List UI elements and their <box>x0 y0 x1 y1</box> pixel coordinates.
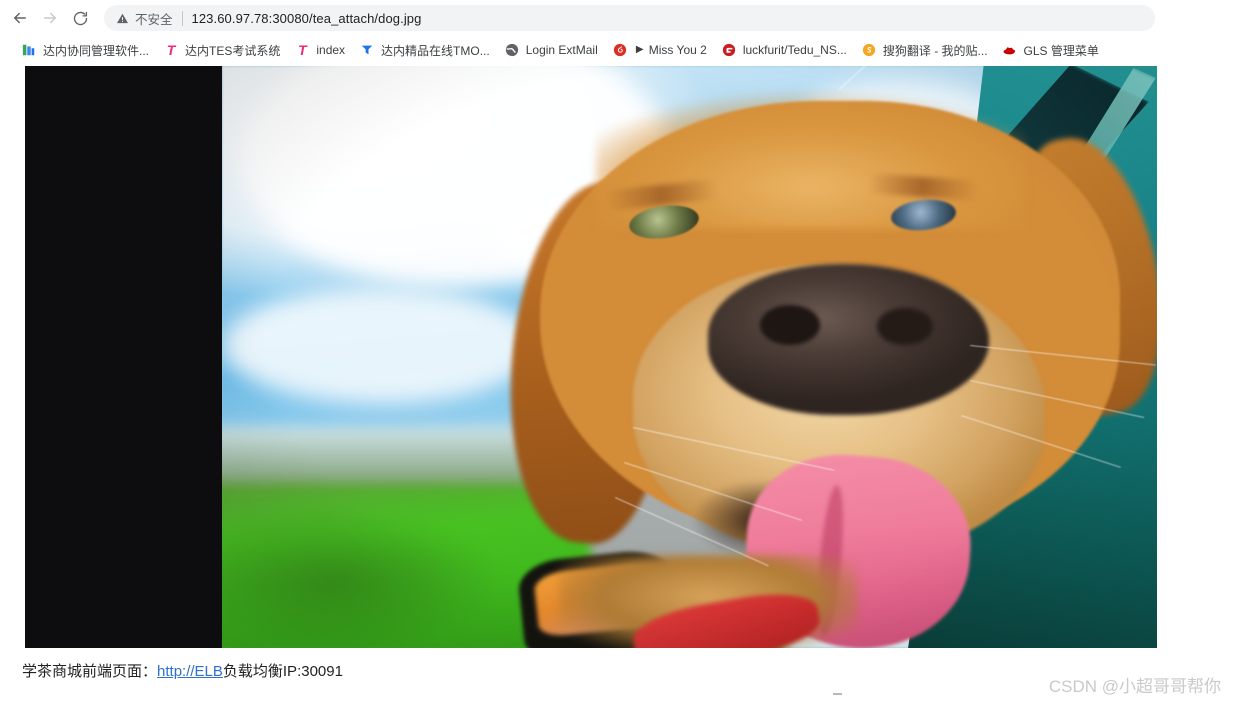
forward-button[interactable] <box>36 4 64 32</box>
elb-link[interactable]: http://ELB <box>157 663 223 680</box>
omnibox-divider <box>181 10 183 26</box>
url-text[interactable]: 123.60.97.78:30080/tea_attach/dog.jpg <box>192 11 422 26</box>
caption-suffix: 负载均衡IP:30091 <box>222 663 343 680</box>
photo-vignette <box>222 66 1157 648</box>
image-backdrop <box>25 66 1157 648</box>
bookmark-item-1[interactable]: T 达内TES考试系统 <box>156 39 287 61</box>
csdn-watermark: CSDN @小超哥哥帮你 <box>1048 677 1221 696</box>
bookmark-item-5[interactable]: ▶ Miss You 2 <box>605 39 714 61</box>
image-viewport <box>0 64 1239 650</box>
security-status-label: 不安全 <box>135 12 173 27</box>
browser-toolbar: 不安全 123.60.97.78:30080/tea_attach/dog.jp… <box>0 0 1239 36</box>
caption-prefix: 学茶商城前端页面： <box>22 663 158 680</box>
netease-music-icon <box>612 42 628 58</box>
bookmark-item-7[interactable]: 搜狗翻译 - 我的贴... <box>854 39 995 61</box>
back-button[interactable] <box>6 4 34 32</box>
tes-t-icon: T <box>166 42 176 58</box>
text-caret <box>833 693 842 695</box>
index-t-icon: T <box>298 42 307 58</box>
bookmark-label: Login ExtMail <box>525 43 598 57</box>
redhat-icon <box>1002 42 1018 58</box>
address-bar[interactable]: 不安全 123.60.97.78:30080/tea_attach/dog.jp… <box>104 5 1155 31</box>
arrow-left-icon <box>11 9 29 27</box>
bookmark-label: GLS 管理菜单 <box>1023 43 1099 58</box>
bookmark-label: 达内精品在线TMO... <box>381 43 490 58</box>
dog-photo[interactable] <box>222 66 1157 648</box>
bookmark-label: luckfurit/Tedu_NS... <box>742 43 847 57</box>
bookmark-label: 达内协同管理软件... <box>43 43 150 58</box>
warning-triangle-icon <box>116 12 129 25</box>
bookmark-item-6[interactable]: luckfurit/Tedu_NS... <box>714 39 854 61</box>
bookmark-label: index <box>316 43 346 57</box>
oa-icon <box>21 42 37 58</box>
play-icon: ▶ <box>635 44 644 55</box>
bookmark-label: Miss You 2 <box>648 43 707 57</box>
gitee-icon <box>721 42 737 58</box>
sogou-icon <box>861 42 877 58</box>
bookmark-label: 搜狗翻译 - 我的贴... <box>882 43 988 58</box>
bookmark-item-0[interactable]: 达内协同管理软件... <box>14 39 156 61</box>
bookmark-item-2[interactable]: T index <box>287 39 352 61</box>
reload-icon <box>72 10 89 27</box>
bookmark-item-3[interactable]: 达内精品在线TMO... <box>352 39 497 61</box>
reload-button[interactable] <box>66 4 94 32</box>
arrow-right-icon <box>41 9 59 27</box>
globe-icon <box>504 42 520 58</box>
bookmark-item-4[interactable]: Login ExtMail <box>497 39 605 61</box>
page-caption: 学茶商城前端页面：http://ELB负载均衡IP:30091 <box>22 660 343 681</box>
browser-window: 不安全 123.60.97.78:30080/tea_attach/dog.jp… <box>0 0 1239 702</box>
bookmarks-bar: 达内协同管理软件... T 达内TES考试系统 T index 达内精品在线TM… <box>0 36 1239 64</box>
tmo-icon <box>359 42 375 58</box>
bookmark-label: 达内TES考试系统 <box>185 43 281 58</box>
bookmark-item-8[interactable]: GLS 管理菜单 <box>995 39 1106 61</box>
